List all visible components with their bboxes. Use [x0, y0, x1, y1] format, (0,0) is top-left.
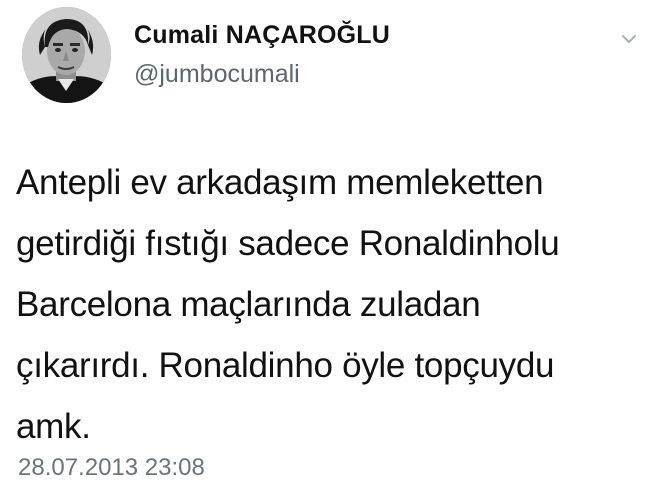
tweet-text-line: Antepli ev arkadaşım memleketten — [16, 163, 544, 202]
author-display-name[interactable]: Cumali NAÇAROĞLU — [134, 21, 390, 50]
author-handle[interactable]: @jumbocumali — [134, 60, 300, 89]
tweet-text: Antepli ev arkadaşım memleketten getirdi… — [16, 152, 646, 457]
tweet-text-line: getirdiği fıstığı sadece Ronaldinholu — [16, 224, 560, 263]
profile-photo-icon[interactable] — [22, 7, 111, 103]
chevron-down-icon[interactable] — [618, 28, 640, 50]
tweet-text-line: amk. — [16, 407, 91, 446]
tweet-card: Cumali NAÇAROĞLU @jumbocumali Antepli ev… — [0, 0, 658, 493]
tweet-timestamp[interactable]: 28.07.2013 23:08 — [18, 454, 205, 482]
tweet-text-line: Barcelona maçlarında zuladan — [16, 285, 481, 324]
tweet-text-line: çıkarırdı. Ronaldinho öyle topçuydu — [16, 346, 555, 385]
